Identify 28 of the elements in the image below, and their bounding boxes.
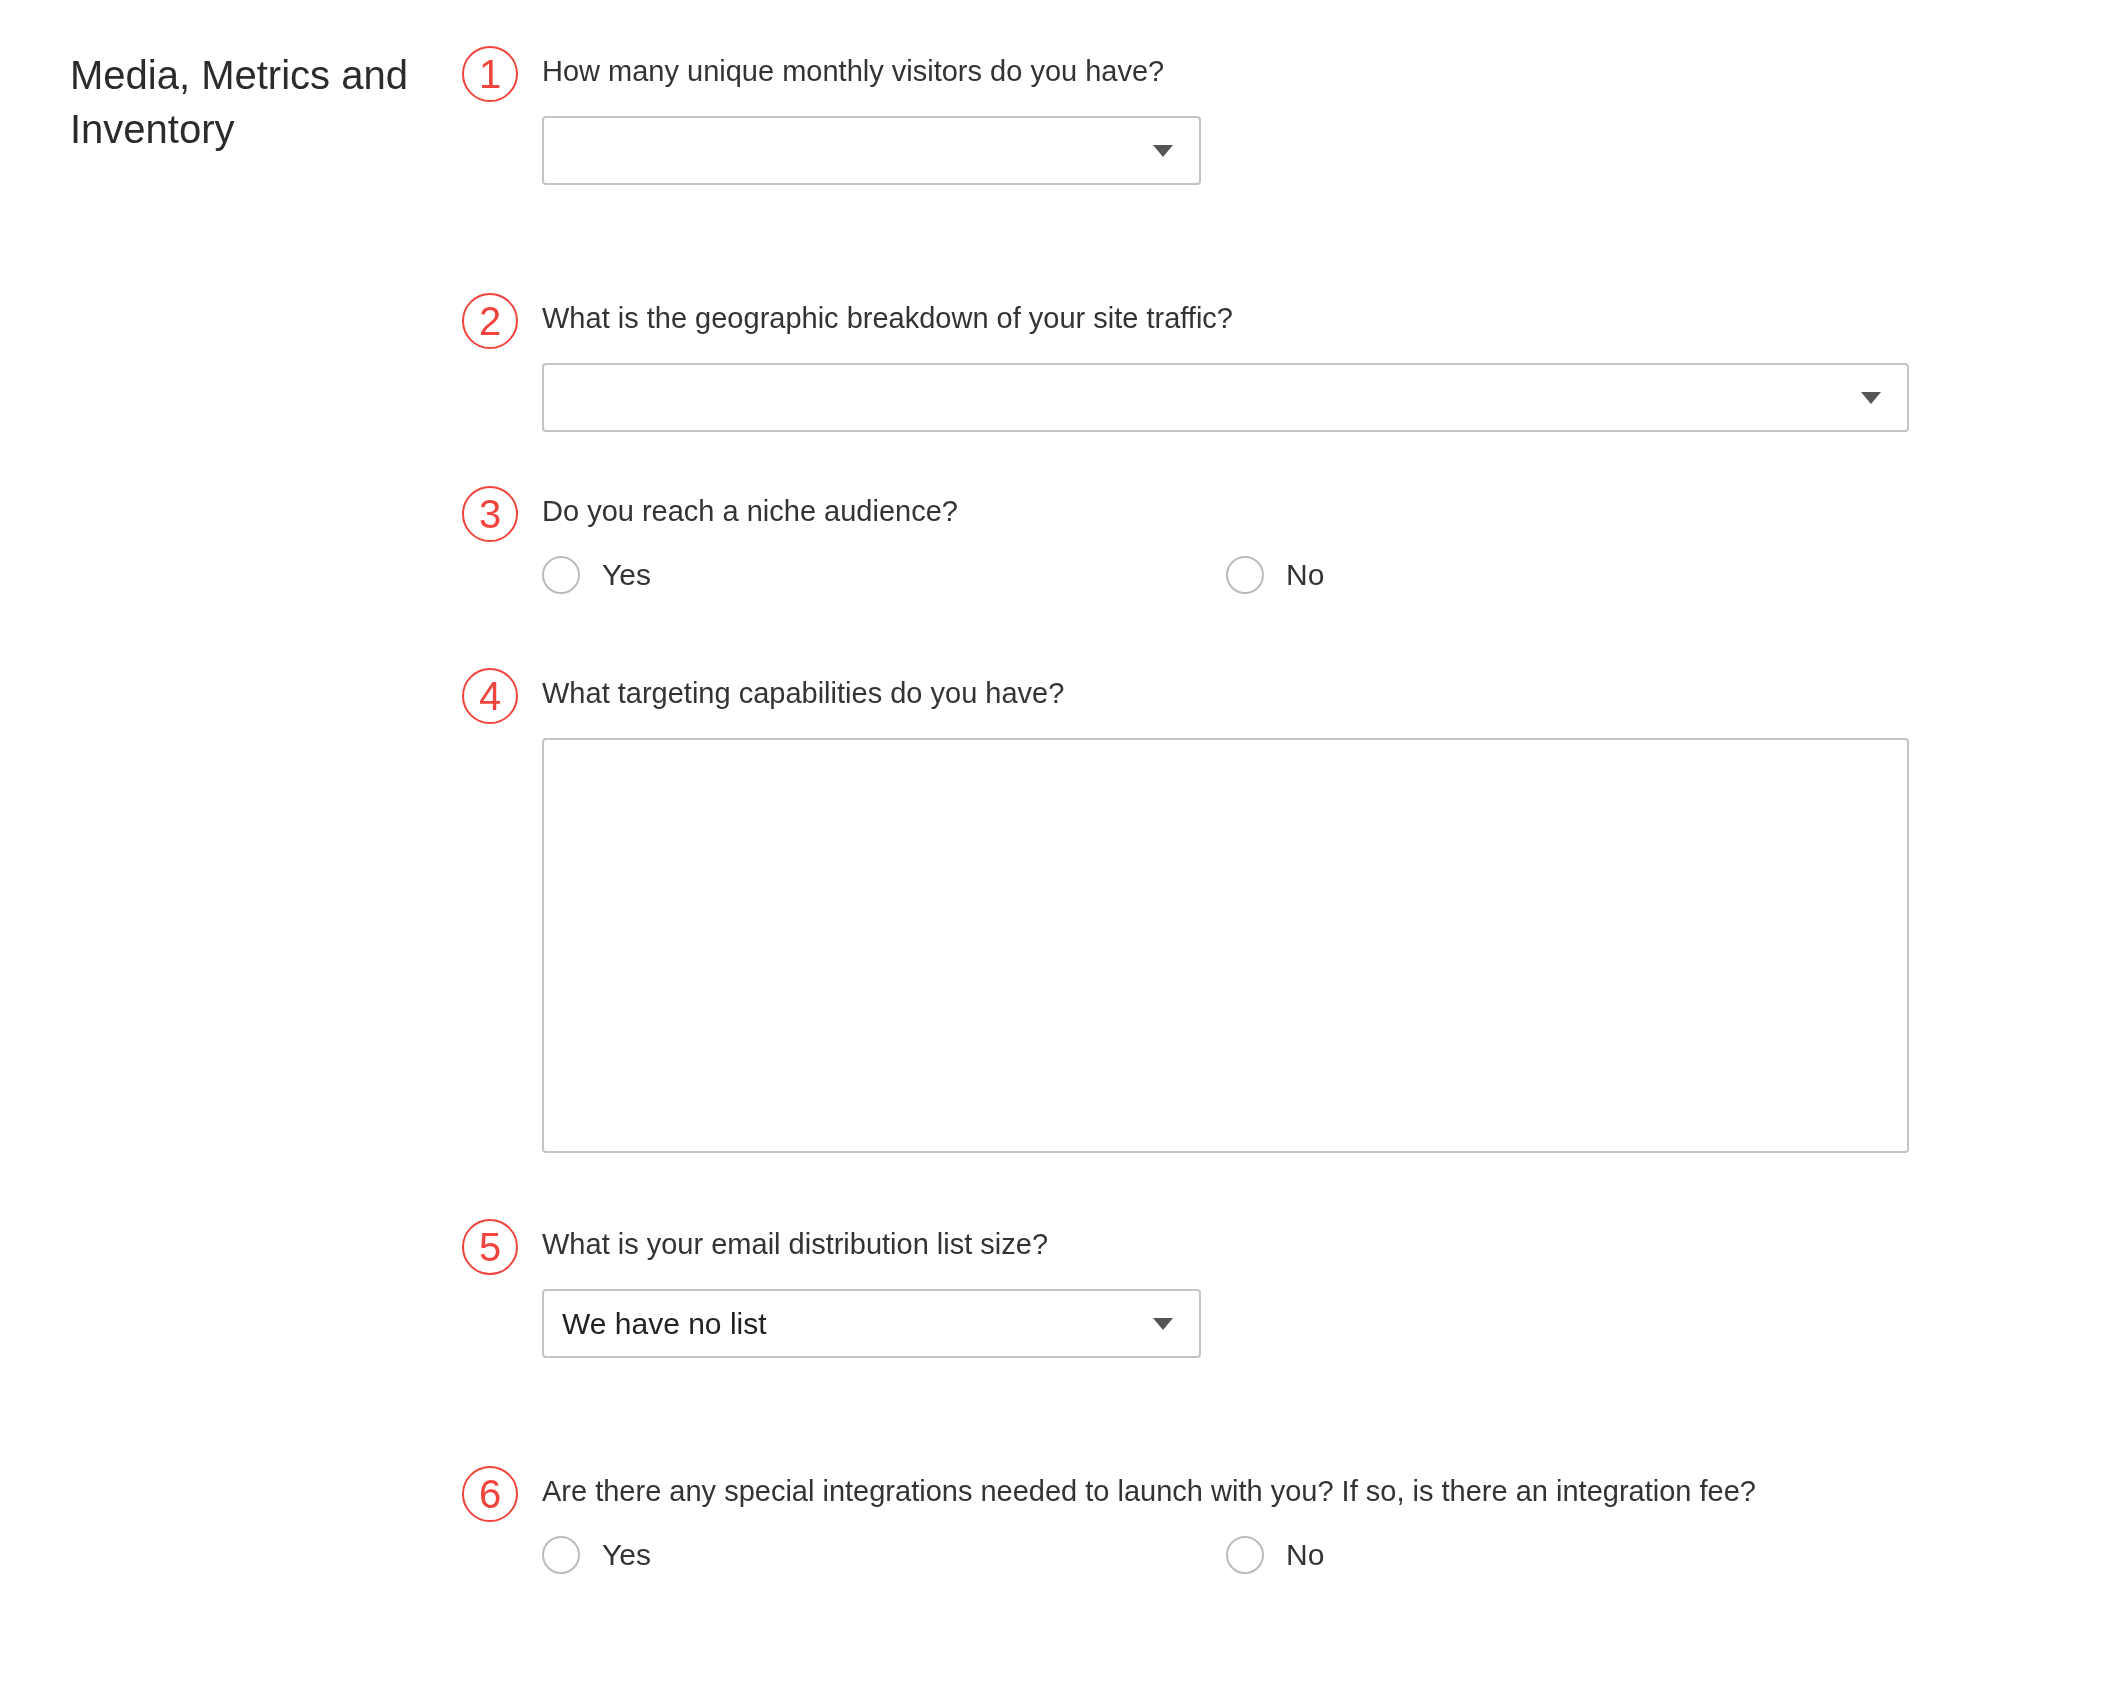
caret-icon <box>1153 144 1173 157</box>
question-label: What is your email distribution list size? <box>542 1227 1050 1262</box>
step-number: 6 <box>462 1466 518 1522</box>
question-label: How many unique monthly visitors do you have? <box>542 54 1166 89</box>
section-title: Media, Metrics and Inventory <box>70 52 409 153</box>
radio-option[interactable]: No <box>1226 1536 1910 1574</box>
question-label: What is the geographic breakdown of your site traffic? <box>542 301 1234 336</box>
step-number: 4 <box>462 668 518 724</box>
question-label: Are there any special integrations needed to launch with you? If so, is there an integration fee? <box>542 1474 1757 1509</box>
caret-icon <box>1861 391 1881 404</box>
text-area[interactable] <box>542 738 1909 1153</box>
radio-icon[interactable] <box>542 556 580 594</box>
step-number: 3 <box>462 486 518 542</box>
dropdown[interactable] <box>542 116 1201 185</box>
radio-icon[interactable] <box>1226 556 1264 594</box>
radio-option[interactable]: Yes <box>542 556 1226 594</box>
radio-option[interactable]: Yes <box>542 1536 1226 1574</box>
radio-option[interactable]: No <box>1226 556 1910 594</box>
step-number: 1 <box>462 46 518 102</box>
radio-icon[interactable] <box>1226 1536 1264 1574</box>
dropdown[interactable]: We have no list <box>542 1289 1201 1358</box>
radio-icon[interactable] <box>542 1536 580 1574</box>
step-number: 2 <box>462 293 518 349</box>
question-label: What targeting capabilities do you have? <box>542 676 1066 711</box>
step-number: 5 <box>462 1219 518 1275</box>
caret-icon <box>1153 1317 1173 1330</box>
question-label: Do you reach a niche audience? <box>542 494 959 529</box>
dropdown[interactable] <box>542 363 1909 432</box>
